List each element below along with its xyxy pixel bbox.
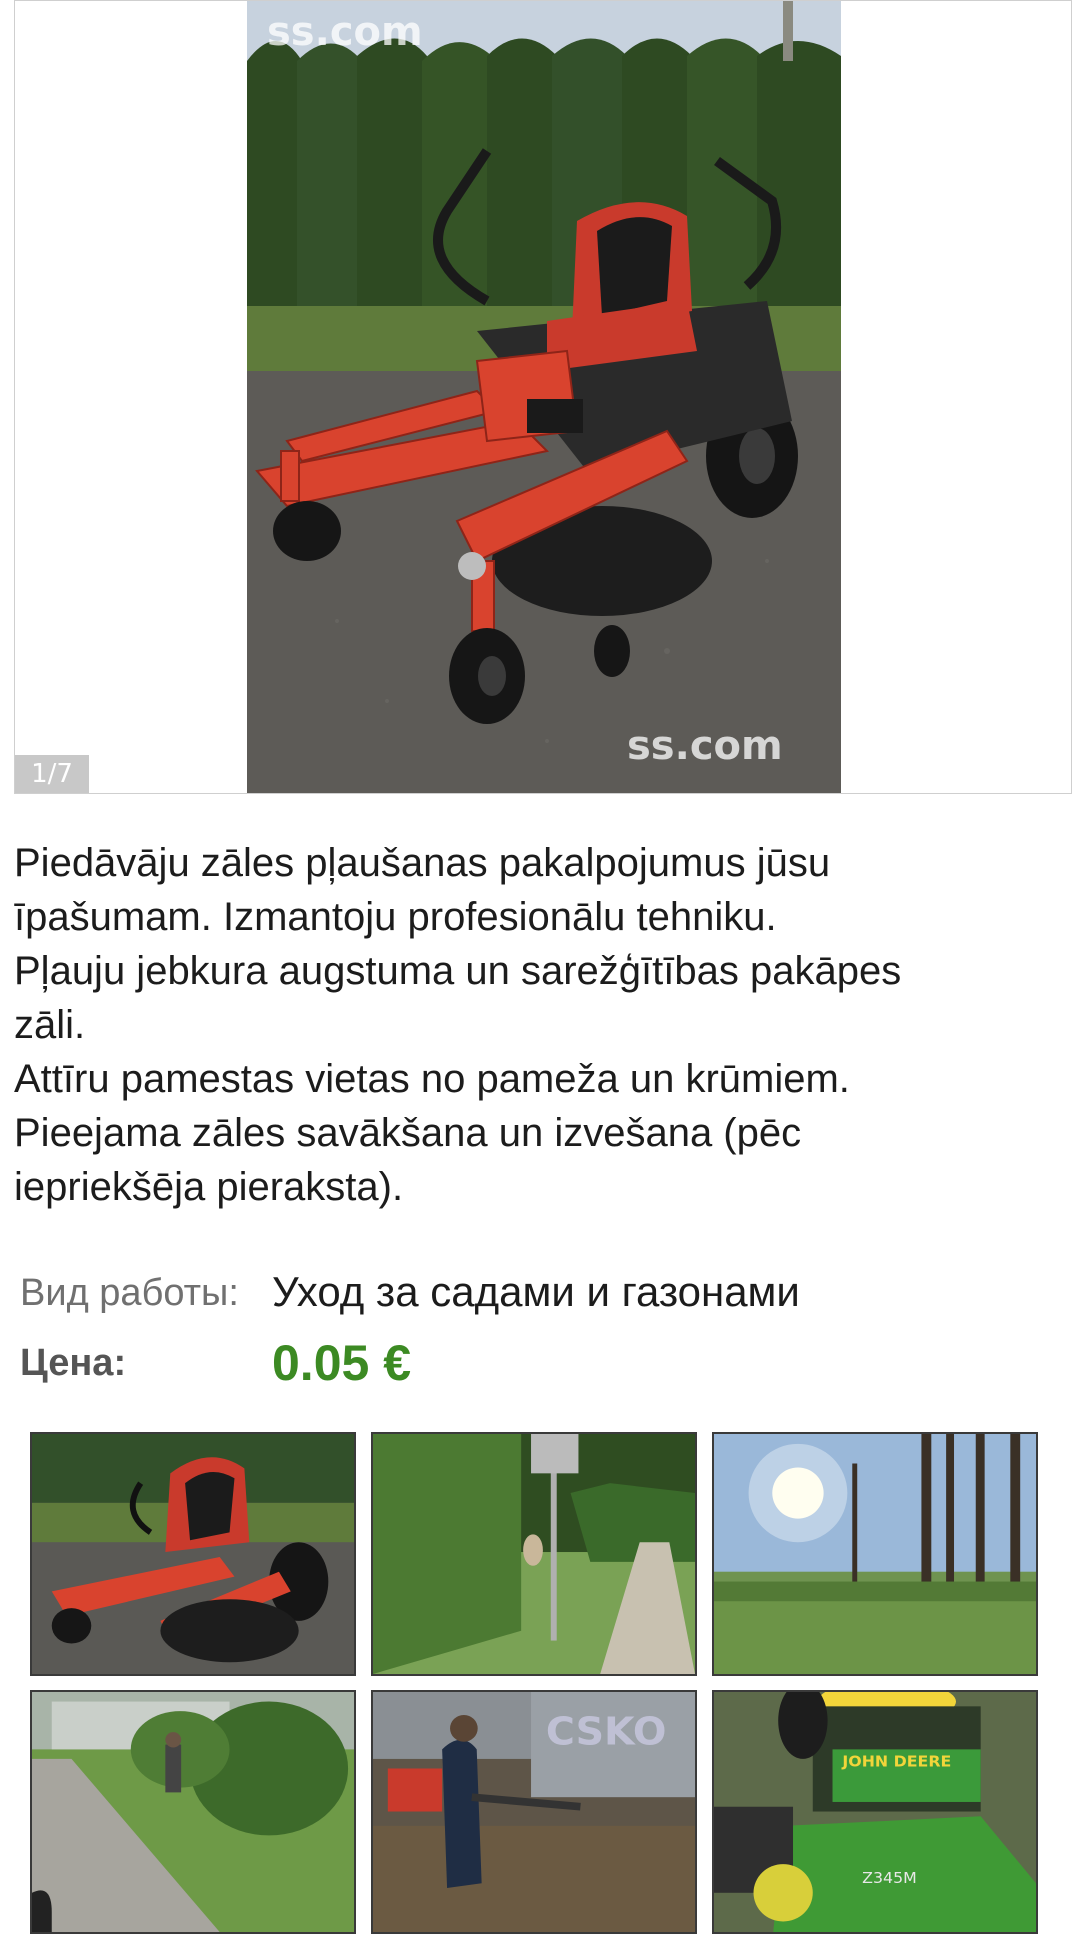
thumbnail-john-deere-mower[interactable]: JOHN DEERE Z345M [712, 1690, 1038, 1934]
thumbnail-hedge-path[interactable] [371, 1432, 697, 1676]
john-deere-text: JOHN DEERE [841, 1753, 951, 1771]
price-label: Цена: [20, 1342, 127, 1384]
photo-counter: 1/7 [15, 755, 89, 793]
thumbnail-leaf-blower[interactable]: CSKO [371, 1690, 697, 1934]
trimming-thumbnail-icon [32, 1692, 354, 1932]
thumbnail-person-trimming[interactable] [30, 1690, 356, 1934]
description-line: Pļauju jebkura augstuma un sarežģītības … [14, 949, 902, 993]
description-line: zāli. [14, 1003, 86, 1047]
price-value: 0.05 € [272, 1335, 412, 1391]
thumbnail-red-mower[interactable] [30, 1432, 356, 1676]
description-line: īpašumam. Izmantoju profesionālu tehniku… [14, 895, 777, 939]
description-line: Piedāvāju zāles pļaušanas pakalpojumus j… [14, 841, 831, 885]
blower-thumbnail-icon: CSKO [373, 1692, 695, 1932]
mower-thumbnail-icon [32, 1434, 354, 1674]
model-text: Z345M [862, 1869, 917, 1887]
description-line: iepriekšēja pieraksta). [14, 1165, 404, 1209]
description-line: Attīru pamestas vietas no pameža un krūm… [14, 1057, 850, 1101]
description-line: Pieejama zāles savākšana un izvešana (pē… [14, 1111, 802, 1155]
thumbnail-sunny-field[interactable] [712, 1432, 1038, 1676]
work-type-value[interactable]: Уход за садами и газонами [272, 1268, 800, 1316]
field-thumbnail-icon [714, 1434, 1036, 1674]
zero-turn-mower-photo [247, 1, 841, 793]
ad-description: Piedāvāju zāles pļaušanas pakalpojumus j… [14, 836, 1064, 1214]
watermark-top: ss.com [267, 9, 423, 55]
hedge-thumbnail-icon [373, 1434, 695, 1674]
watermark-bottom: ss.com [627, 723, 783, 769]
photo-gallery[interactable]: ss.com ss.com 1/7 [14, 0, 1072, 794]
svg-text:CSKO: CSKO [546, 1710, 667, 1754]
work-type-label: Вид работы: [20, 1272, 239, 1314]
main-photo[interactable]: ss.com ss.com [247, 1, 841, 793]
john-deere-thumbnail-icon: JOHN DEERE Z345M [714, 1692, 1036, 1932]
